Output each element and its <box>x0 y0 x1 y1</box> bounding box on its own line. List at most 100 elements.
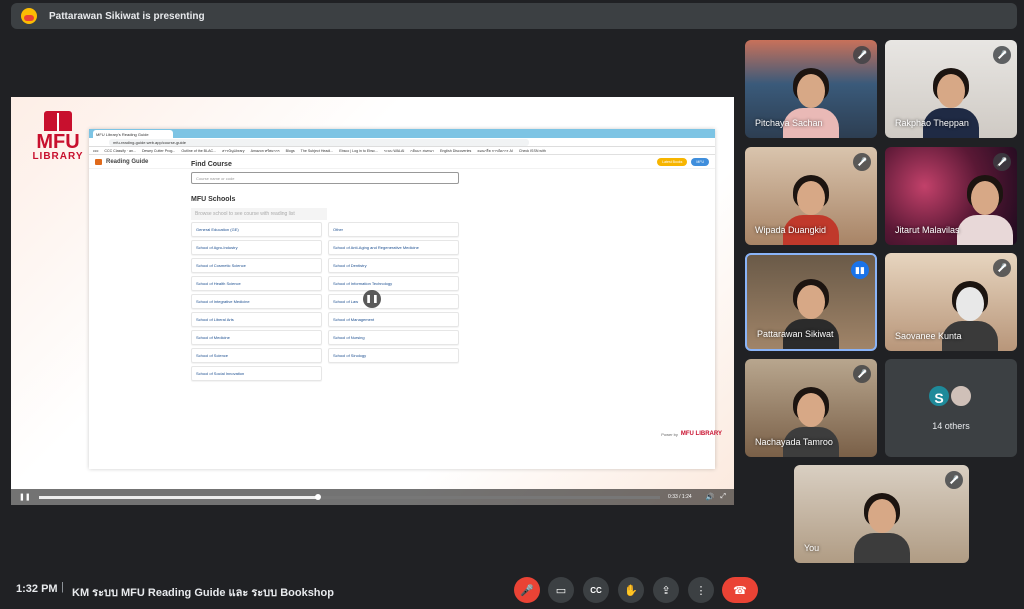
school-item: School of Agro-Industry <box>191 240 322 255</box>
school-grid: General Education (GE) Other School of A… <box>191 222 459 381</box>
current-time: 1:32 PM <box>16 583 58 595</box>
mic-off-icon: 🎤 <box>853 153 871 171</box>
find-course-heading: Find Course <box>191 161 232 168</box>
bookmark: คอนกรีต การจัดการ AI <box>477 148 513 153</box>
other-participant-avatar: S <box>927 384 951 408</box>
bookmark: Dewey Cutter Prog... <box>141 148 176 153</box>
school-item: School of Management <box>328 312 459 327</box>
school-item: School of Information Technology <box>328 276 459 291</box>
participant-name: Nachayada Tamroo <box>755 437 833 447</box>
school-item: School of Integrative Medicine <box>191 294 322 309</box>
bookmark: Check ISSN with <box>518 148 546 153</box>
participant-name: Saovanee Kunta <box>895 331 962 341</box>
fullscreen-icon[interactable]: ⤢ <box>720 493 726 501</box>
participant-tile[interactable]: 🎤 Wipada Duangkid <box>745 147 877 245</box>
bookmark: Amazon ทรัพยากร <box>250 148 280 153</box>
course-guide-content: Find Course Course name or code MFU Scho… <box>191 161 459 381</box>
url-text: mfu-reading-guide.web.app/course-guide <box>109 138 529 146</box>
app-title: Reading Guide <box>106 158 149 165</box>
footer-separator: | <box>61 581 64 593</box>
bookmark: Blogs <box>285 148 295 153</box>
participant-tile[interactable]: 🎤 Pitchaya Sachan <box>745 40 877 138</box>
video-time: 0:33 / 1:24 <box>668 494 692 500</box>
mic-off-icon: 🎤 <box>945 471 963 489</box>
participant-video <box>853 489 910 563</box>
participant-tile-active[interactable]: ▮▮ Pattarawan Sikiwat <box>745 253 877 351</box>
participant-video <box>957 171 1013 245</box>
bookmark: English Discoveries <box>439 148 472 153</box>
mic-toggle-button[interactable]: 🎤 <box>514 577 540 603</box>
powered-by-text: Power by <box>661 431 678 437</box>
participant-tile[interactable]: 🎤 Nachayada Tamroo <box>745 359 877 457</box>
camera-icon: ▭ <box>555 584 567 597</box>
speaking-indicator-icon: ▮▮ <box>851 261 869 279</box>
others-tile[interactable]: S 14 others <box>885 359 1017 457</box>
video-progress-knob[interactable] <box>315 493 322 500</box>
pause-icon[interactable]: ❚❚ <box>363 290 381 308</box>
video-controls: ❚❚ 0:33 / 1:24 🔊 ⤢ <box>11 489 734 505</box>
meeting-title: KM ระบบ MFU Reading Guide และ ระบบ Books… <box>72 587 334 599</box>
school-item: Other <box>328 222 459 237</box>
presenting-banner[interactable]: Pattarawan Sikiwat is presenting <box>11 3 1017 29</box>
course-search-input: Course name or code <box>191 172 459 184</box>
school-item: School of Sinology <box>328 348 459 363</box>
self-view-tile[interactable]: 🎤 You <box>794 465 969 563</box>
bookmark: The Subject Headi... <box>300 148 334 153</box>
participant-tile[interactable]: 🎤 Jitarut Malavilas <box>885 147 1017 245</box>
presenting-text: Pattarawan Sikiwat is presenting <box>49 10 205 22</box>
video-progress-track[interactable] <box>39 493 661 500</box>
hang-up-icon: ☎ <box>733 584 747 597</box>
bookmark: Outline of the BLAC... <box>181 148 217 153</box>
participant-name: Pattarawan Sikiwat <box>757 329 834 339</box>
shared-screen[interactable]: MFU LIBRARY MFU Library's Reading Guide … <box>11 97 734 505</box>
participant-name: Wipada Duangkid <box>755 225 827 235</box>
other-participant-avatar <box>949 384 973 408</box>
present-icon: ⇪ <box>661 584 671 597</box>
participant-name: Pitchaya Sachan <box>755 118 823 128</box>
present-now-button[interactable]: ⇪ <box>653 577 679 603</box>
logo-top: MFU <box>36 131 80 153</box>
mic-off-icon: 🎤 <box>853 365 871 383</box>
captions-icon: CC <box>590 585 602 595</box>
participant-name: You <box>804 543 820 553</box>
bookmark: CCC Classify · an... <box>104 148 136 153</box>
mic-off-icon: 🎤 <box>993 259 1011 277</box>
school-item: School of Health Science <box>191 276 322 291</box>
more-options-button[interactable]: ⋮ <box>688 577 714 603</box>
mfu-schools-heading: MFU Schools <box>191 196 236 203</box>
school-item: School of Social Innovation <box>191 366 322 381</box>
school-item: General Education (GE) <box>191 222 322 237</box>
participant-name: Rakphao Theppan <box>895 118 969 128</box>
leave-call-button[interactable]: ☎ <box>722 577 758 603</box>
school-item: School of Liberal Arts <box>191 312 322 327</box>
volume-icon[interactable]: 🔊 <box>706 493 715 501</box>
hand-icon: ✋ <box>624 584 638 597</box>
mic-off-icon: 🎤 <box>993 46 1011 64</box>
raise-hand-button[interactable]: ✋ <box>618 577 644 603</box>
play-pause-icon[interactable]: ❚❚ <box>19 493 31 501</box>
bookmarks-bar: ccc CCC Classify · an... Dewey Cutter Pr… <box>89 147 715 155</box>
powered-by-logo: MFU LIBRARY <box>680 431 722 437</box>
bookmark: Ebsco | Log in to Ebsc... <box>339 148 378 153</box>
latest-books-button: Latest Books <box>657 157 688 166</box>
school-item: School of Anti-Aging and Regenerative Me… <box>328 240 459 255</box>
participant-name: Jitarut Malavilas <box>895 225 960 235</box>
bookmark: ระบบ WALAI <box>383 148 405 153</box>
mfu-button: MFU <box>691 157 709 166</box>
school-item: School of Cosmetic Science <box>191 258 322 273</box>
book-icon <box>44 111 72 131</box>
mic-off-icon: 🎤 <box>520 584 534 597</box>
captions-button[interactable]: CC <box>583 577 609 603</box>
school-item: School of Nursing <box>328 330 459 345</box>
participant-tile[interactable]: 🎤 Saovanee Kunta <box>885 253 1017 351</box>
camera-toggle-button[interactable]: ▭ <box>548 577 574 603</box>
more-vert-icon: ⋮ <box>695 584 707 597</box>
video-progress-fill <box>39 495 319 499</box>
presenter-avatar-icon <box>21 8 37 24</box>
browser-tab: MFU Library's Reading Guide <box>93 130 173 138</box>
bookmark: กลับมา สนทนา <box>410 148 434 153</box>
bookmark: สารบัญLibrary <box>222 148 245 153</box>
others-count: 14 others <box>932 421 970 431</box>
participant-tile[interactable]: 🎤 Rakphao Theppan <box>885 40 1017 138</box>
browse-hint: Browse school to see course with reading… <box>191 208 327 220</box>
